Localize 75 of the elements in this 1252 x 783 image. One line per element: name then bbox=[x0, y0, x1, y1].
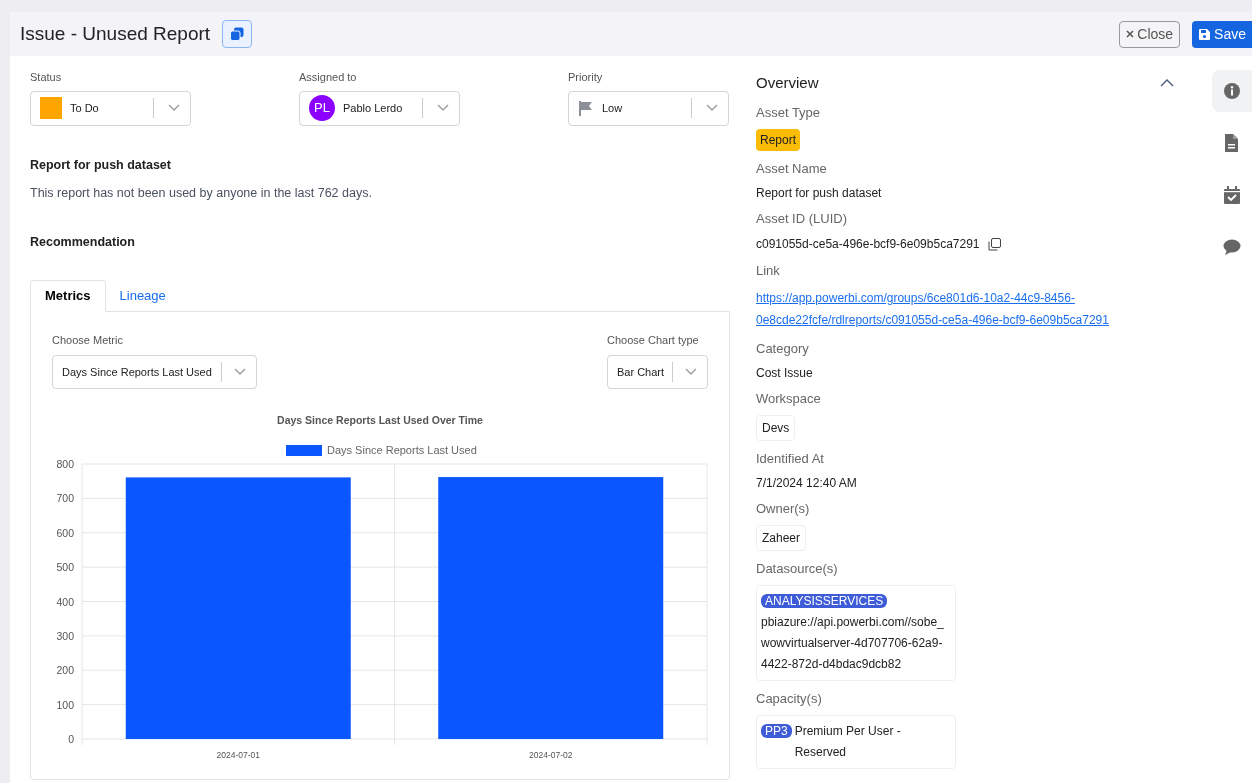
save-button[interactable]: Save bbox=[1192, 20, 1252, 48]
tab[interactable]: Lineage bbox=[105, 279, 180, 312]
chevron-down-icon bbox=[437, 104, 449, 112]
y-tick-label: 200 bbox=[56, 664, 74, 677]
panel-title: Overview bbox=[756, 72, 819, 93]
y-tick-label: 800 bbox=[56, 458, 74, 471]
badge: PP3 bbox=[761, 724, 792, 738]
avatar: PL bbox=[309, 95, 335, 121]
x-tick-label: 2024-07-02 bbox=[529, 750, 573, 761]
copy-button[interactable] bbox=[987, 237, 1001, 251]
tab[interactable]: Metrics bbox=[30, 279, 106, 312]
field-label: Assigned to bbox=[299, 70, 358, 85]
collapse-button[interactable] bbox=[1160, 79, 1174, 87]
field-label: Workspace bbox=[756, 391, 822, 407]
legend-swatch bbox=[286, 445, 322, 457]
field-label: Asset ID (LUID) bbox=[756, 211, 848, 227]
field-label: Owner(s) bbox=[756, 501, 811, 517]
select-field[interactable]: To Do bbox=[30, 90, 191, 126]
copy-button[interactable] bbox=[222, 20, 253, 48]
y-tick-label: 500 bbox=[56, 561, 74, 574]
field-label: Datasource(s) bbox=[756, 561, 839, 577]
field-label: Link bbox=[756, 263, 781, 279]
select-field[interactable]: Days Since Reports Last Used bbox=[52, 355, 257, 390]
y-tick-label: 300 bbox=[56, 630, 74, 643]
select-field[interactable]: Bar Chart bbox=[607, 355, 708, 390]
field-value: Devs bbox=[756, 415, 796, 441]
field-label: Status bbox=[30, 70, 63, 85]
comment-icon bbox=[1223, 238, 1241, 256]
calendar-icon bbox=[1223, 186, 1241, 204]
select-field[interactable]: PL Pablo Lerdo bbox=[299, 90, 460, 126]
asset-type-tag: Report bbox=[756, 129, 801, 151]
chart-title: Days Since Reports Last Used Over Time bbox=[277, 414, 483, 427]
y-tick-label: 400 bbox=[56, 595, 74, 608]
y-tick-label: 100 bbox=[56, 698, 74, 711]
field-label: Asset Name bbox=[756, 161, 828, 177]
legend-label: Days Since Reports Last Used bbox=[327, 444, 477, 457]
field-value: 7/1/2024 12:40 AM bbox=[756, 475, 858, 491]
section-title: Report for push dataset bbox=[30, 156, 172, 174]
field-label: Asset Type bbox=[756, 105, 822, 121]
chevron-down-icon bbox=[706, 104, 718, 112]
field-label: Identified At bbox=[756, 451, 825, 467]
field-label: Priority bbox=[568, 70, 604, 85]
y-tick-label: 700 bbox=[56, 492, 74, 505]
chevron-up-icon bbox=[1160, 79, 1174, 87]
info-icon bbox=[1223, 82, 1241, 100]
y-tick-label: 600 bbox=[56, 527, 74, 539]
side-tab-button[interactable] bbox=[1212, 70, 1252, 112]
x-tick-label: 2024-07-01 bbox=[216, 750, 260, 761]
field-value: c091055d-ce5a-496e-bcf9-6e09b5ca7291 bbox=[756, 236, 980, 253]
field-value: pbiazure://api.powerbi.com//sobe_wowvirtualserver-4d707706-62a9-4422-872d-d4bdac9dcb82 bbox=[761, 614, 945, 673]
copy-icon bbox=[987, 237, 1001, 251]
asset-link[interactable]: https://app.powerbi.com/groups/6ce801d6-10a2-44c9-8456-0e8cde22fcfe/rdlreports/c091055d-ce5a-496e-bcf9-6e09b5ca7291 bbox=[756, 287, 1116, 331]
field-value: Zaheer bbox=[756, 525, 807, 551]
close-button[interactable]: Close bbox=[1119, 20, 1181, 48]
field-value: Cost Issue bbox=[756, 365, 814, 381]
chevron-down-icon bbox=[685, 368, 697, 377]
chevron-down-icon bbox=[168, 104, 180, 112]
field-label: Choose Chart type bbox=[607, 332, 699, 348]
field-value: Premium Per User - Reserved bbox=[794, 723, 902, 761]
document-icon bbox=[1223, 134, 1241, 152]
field-value: Report for push dataset bbox=[756, 185, 883, 201]
y-tick-label: 0 bbox=[68, 733, 74, 746]
field-label: Choose Metric bbox=[52, 332, 124, 348]
save-icon bbox=[1199, 28, 1211, 40]
select-field[interactable]: Low bbox=[568, 90, 729, 126]
badge: ANALYSISSERVICES bbox=[761, 594, 888, 608]
field-label: Capacity(s) bbox=[756, 691, 823, 707]
flag-icon bbox=[578, 100, 594, 116]
chevron-down-icon bbox=[234, 368, 246, 377]
section-title: Recommendation bbox=[30, 234, 136, 251]
description-text: This report has not been used by anyone in the last 762 days. bbox=[30, 185, 373, 203]
close-icon bbox=[1126, 30, 1135, 38]
copy-icon bbox=[230, 27, 245, 41]
page-title: Issue - Unused Report bbox=[20, 21, 211, 46]
field-label: Category bbox=[756, 341, 810, 357]
